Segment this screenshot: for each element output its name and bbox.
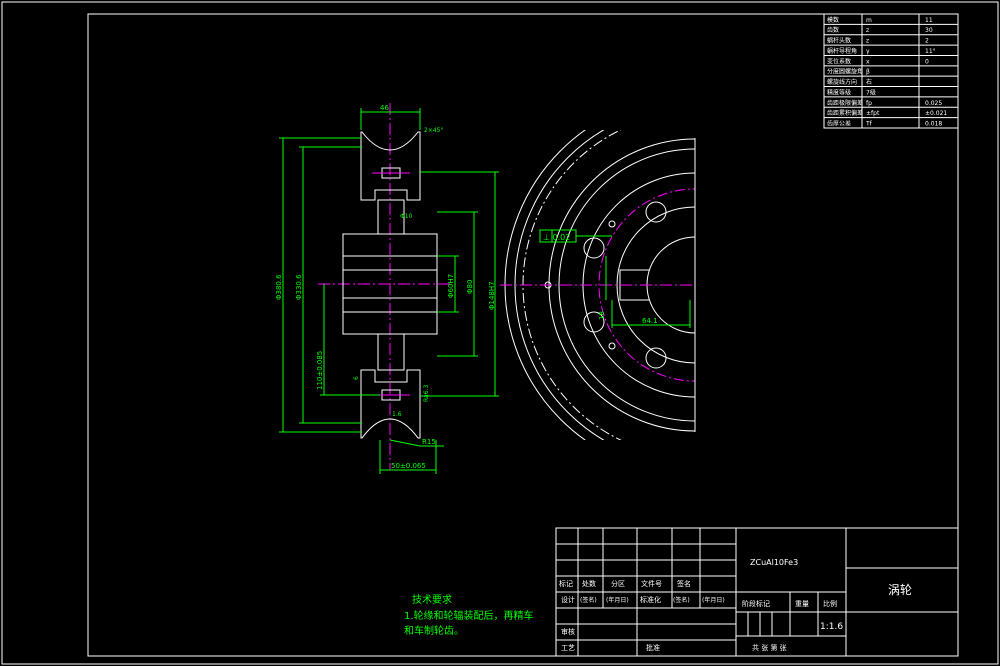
dim-hub-diameter: Φ80 (466, 280, 474, 294)
tb-label-sign: 签名 (677, 579, 691, 588)
dim-roughness: Ra6.3 (423, 385, 430, 402)
tb-design: 设计 (561, 595, 575, 604)
param-name-6: 螺旋线方向 (827, 78, 857, 86)
tb-standard-date: (年月日) (702, 596, 725, 604)
param-sym-0: m (866, 17, 872, 24)
param-name-1: 齿数 (827, 26, 839, 34)
tb-stage: 阶段标记 (742, 599, 770, 608)
notes-line-2: 和车制轮齿。 (404, 624, 464, 637)
param-sym-6: 右 (866, 78, 872, 86)
param-val-8: 0.025 (925, 100, 942, 107)
param-sym-2: z (866, 38, 869, 45)
param-sym-8: fp (866, 100, 872, 107)
dim-radius: R15 (422, 438, 436, 446)
param-sym-3: γ (866, 48, 870, 55)
param-name-3: 蜗杆导程角 (827, 47, 857, 55)
tb-label-zone: 分区 (611, 579, 625, 588)
tb-label-count: 处数 (582, 579, 596, 588)
cad-drawing: 模数 m 11 齿数 z 30 蜗杆头数 z 2 蜗杆导程角 γ 11° 变位系数 x 0 分度圆螺旋角 β 螺旋… (1, 1, 999, 665)
param-sym-1: z (866, 27, 869, 34)
param-name-4: 变位系数 (827, 57, 851, 65)
param-sym-4: x (866, 58, 870, 65)
dim-hole: 18 (598, 311, 606, 320)
param-name-7: 精度等级 (827, 88, 851, 96)
tb-standard-sign: (签名) (673, 596, 690, 604)
bolt-hole-2 (583, 237, 605, 259)
param-sym-5: β (866, 69, 870, 76)
dim-small-2: 1.6 (392, 411, 402, 418)
param-val-2: 2 (925, 38, 929, 45)
tb-label-docno: 文件号 (641, 579, 662, 588)
material: ZCuAl10Fe3 (750, 558, 798, 567)
tb-label-mark: 标记 (559, 579, 573, 588)
tb-process: 工艺 (561, 644, 575, 652)
param-sym-10: Tf (865, 121, 873, 128)
notes-title: 技术要求 (412, 593, 452, 606)
param-name-10: 齿厚公差 (827, 120, 851, 128)
dim-chamfer-top: 2×45° (424, 127, 443, 134)
section-dimensions: 46 2×45° Φ380.6 Φ330.6 110±0.085 Φ148H7 … (275, 104, 499, 474)
dim-face-width: 50±0.065 (391, 462, 426, 470)
param-val-9: ±0.021 (925, 110, 947, 117)
tolerance-frame: ⊥ 0.02 (543, 233, 570, 242)
dim-outer-diameter: Φ380.6 (275, 274, 283, 300)
dim-width-top: 46 (380, 104, 389, 112)
param-val-4: 0 (925, 58, 929, 65)
tb-standard: 标准化 (640, 595, 661, 604)
bolt-hole-1 (645, 201, 667, 223)
web-lower (377, 333, 405, 371)
params-table: 模数 m 11 齿数 z 30 蜗杆头数 z 2 蜗杆导程角 γ 11° 变位系数 x 0 分度圆螺旋角 β 螺旋… (823, 13, 959, 129)
notes-line-1: 1.轮缘和轮辐装配后，再精车 (404, 609, 534, 622)
tb-scale-label: 比例 (823, 599, 837, 608)
param-val-0: 11 (925, 17, 933, 24)
tb-sheets: 共 张 第 张 (752, 643, 787, 652)
title-block: ZCuAl10Fe3 涡轮 标记 处数 分区 文件号 签名 设计 (签名) (年… (555, 527, 959, 657)
param-val-10: 0.018 (925, 121, 942, 128)
tb-approve: 批准 (646, 643, 660, 652)
param-val-3: 11° (925, 48, 936, 55)
dim-web-chamfer: Φ10 (400, 213, 413, 220)
part-name: 涡轮 (888, 583, 912, 597)
technical-notes: 技术要求 1.轮缘和轮辐装配后，再精车 和车制轮齿。 (404, 593, 534, 637)
section-view (318, 103, 452, 470)
param-val-1: 30 (925, 27, 933, 34)
param-name-0: 模数 (827, 16, 839, 24)
front-view: ⊥ 0.02 64.1 18 (500, 130, 696, 440)
param-name-2: 蜗杆头数 (827, 37, 851, 45)
param-name-5: 分度圆螺旋角 (827, 68, 863, 76)
tb-review: 审核 (561, 627, 575, 636)
tb-design-date: (年月日) (606, 596, 629, 604)
dim-center-distance: 110±0.085 (316, 351, 324, 390)
tb-design-sign: (签名) (580, 596, 597, 604)
param-sym-9: ±fpt (866, 110, 880, 117)
param-name-8: 齿距极限偏差 (827, 99, 863, 107)
tb-scale-value: 1:1.6 (820, 622, 843, 632)
param-sym-7: 7级 (866, 88, 876, 96)
tb-weight: 重量 (795, 600, 809, 608)
param-name-9: 齿距累积偏差 (827, 109, 863, 117)
dim-fit-left: 6 (353, 376, 360, 380)
dim-key: 64.1 (642, 317, 658, 325)
bolt-hole-4 (645, 347, 667, 369)
dim-root-diameter: Φ330.6 (295, 274, 303, 300)
dim-bore-diameter: Φ60H7 (447, 274, 455, 298)
dim-pitch-diameter: Φ148H7 (488, 281, 496, 310)
